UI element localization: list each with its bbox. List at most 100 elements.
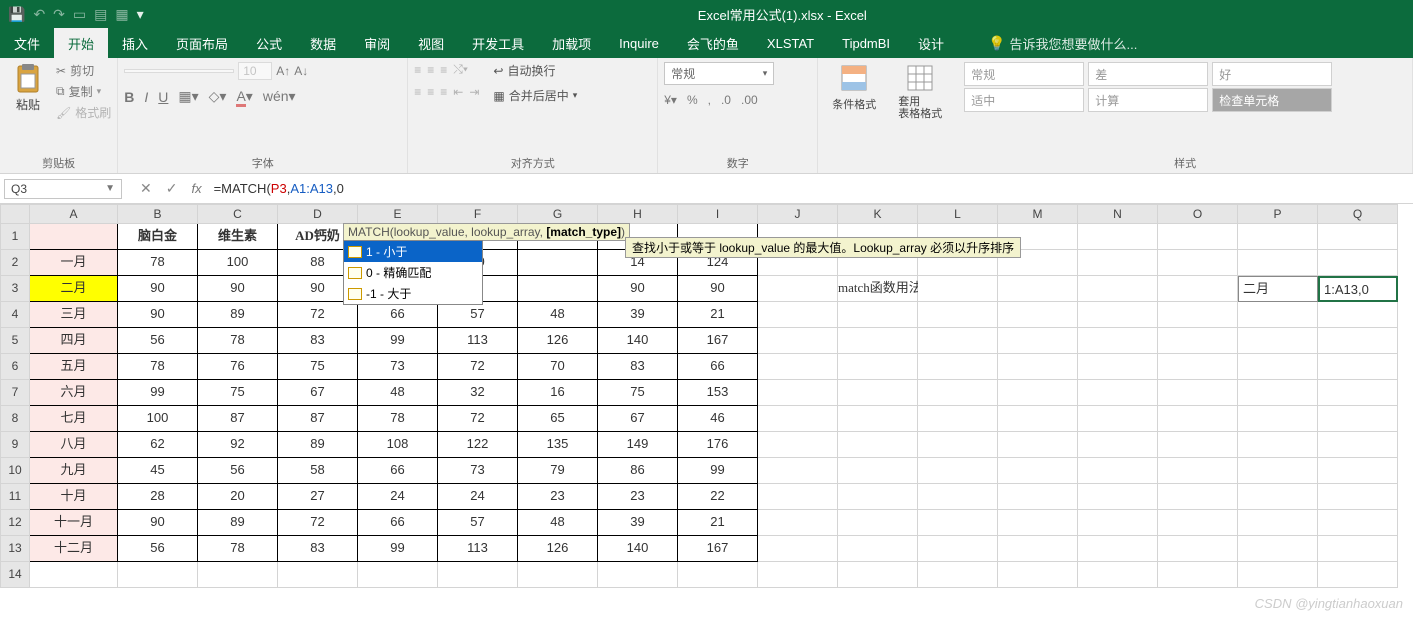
option-1[interactable]: 1 - 小于	[344, 241, 482, 262]
cell[interactable]: 100	[198, 250, 278, 276]
cell[interactable]	[518, 562, 598, 588]
painter-button[interactable]: 🖌格式刷	[56, 104, 111, 121]
cell[interactable]	[1078, 276, 1158, 302]
cell[interactable]	[918, 328, 998, 354]
cell[interactable]: 66	[358, 510, 438, 536]
cell[interactable]: 57	[438, 302, 518, 328]
cell[interactable]	[918, 354, 998, 380]
cell[interactable]	[1238, 458, 1318, 484]
col-A[interactable]: A	[30, 204, 118, 224]
cell[interactable]: 62	[118, 432, 198, 458]
cell[interactable]	[1238, 562, 1318, 588]
cell[interactable]	[1238, 380, 1318, 406]
underline-button[interactable]: U	[158, 89, 168, 105]
row-header[interactable]: 13	[0, 536, 30, 562]
cell[interactable]	[1238, 250, 1318, 276]
cell[interactable]	[758, 354, 838, 380]
cell[interactable]	[918, 484, 998, 510]
cell[interactable]	[1318, 250, 1398, 276]
col-N[interactable]: N	[1078, 204, 1158, 224]
cell[interactable]	[918, 536, 998, 562]
row-header[interactable]: 1	[0, 224, 30, 250]
cell[interactable]	[998, 276, 1078, 302]
style-check[interactable]: 检查单元格	[1212, 88, 1332, 112]
col-E[interactable]: E	[358, 204, 438, 224]
font-name[interactable]	[124, 69, 234, 73]
cell[interactable]: 78	[358, 406, 438, 432]
cell[interactable]: 73	[438, 458, 518, 484]
cell[interactable]: 32	[438, 380, 518, 406]
row-header[interactable]: 3	[0, 276, 30, 302]
cell[interactable]: 45	[118, 458, 198, 484]
cell[interactable]	[1078, 536, 1158, 562]
cell[interactable]: 一月	[30, 250, 118, 276]
cell[interactable]: 67	[278, 380, 358, 406]
dropdown-icon[interactable]: ▼	[105, 183, 115, 194]
cell[interactable]	[1158, 562, 1238, 588]
option-neg1[interactable]: -1 - 大于	[344, 283, 482, 304]
cell[interactable]: 28	[118, 484, 198, 510]
tab-review[interactable]: 审阅	[350, 28, 404, 58]
col-P[interactable]: P	[1238, 204, 1318, 224]
cell[interactable]	[1238, 354, 1318, 380]
cell[interactable]	[1158, 432, 1238, 458]
new-icon[interactable]: ▭	[73, 6, 86, 23]
cell[interactable]	[1078, 484, 1158, 510]
cell[interactable]: 108	[358, 432, 438, 458]
cell[interactable]	[1078, 328, 1158, 354]
cell[interactable]	[1318, 510, 1398, 536]
formula-input[interactable]: =MATCH(P3,A1:A13,0	[210, 179, 1413, 198]
cell[interactable]: 87	[278, 406, 358, 432]
cell[interactable]: 78	[118, 250, 198, 276]
cell[interactable]	[918, 432, 998, 458]
cell[interactable]: 89	[198, 302, 278, 328]
cell[interactable]	[438, 562, 518, 588]
cell[interactable]	[1318, 302, 1398, 328]
cell[interactable]	[678, 562, 758, 588]
style-bad[interactable]: 差	[1088, 62, 1208, 86]
cell[interactable]	[598, 562, 678, 588]
row-header[interactable]: 8	[0, 406, 30, 432]
cell[interactable]: 140	[598, 536, 678, 562]
row-header[interactable]: 7	[0, 380, 30, 406]
tab-file[interactable]: 文件	[0, 28, 54, 58]
cell[interactable]: 24	[358, 484, 438, 510]
cell[interactable]: 90	[118, 302, 198, 328]
fx-icon[interactable]: fx	[191, 181, 201, 196]
align-top-icon[interactable]: ≡	[414, 63, 421, 77]
cell[interactable]	[1238, 432, 1318, 458]
cell[interactable]: 39	[598, 302, 678, 328]
dec-dec-icon[interactable]: .00	[741, 93, 758, 107]
cell[interactable]	[1158, 406, 1238, 432]
cell[interactable]: 79	[518, 458, 598, 484]
cell[interactable]	[998, 302, 1078, 328]
cell[interactable]	[1318, 458, 1398, 484]
cell[interactable]: 99	[358, 536, 438, 562]
cell[interactable]	[1078, 250, 1158, 276]
merge-button[interactable]: ▦合并后居中▾	[493, 87, 577, 104]
fill-color-icon[interactable]: ◇▾	[209, 88, 227, 105]
cell[interactable]	[838, 458, 918, 484]
col-H[interactable]: H	[598, 204, 678, 224]
cell[interactable]: 83	[278, 328, 358, 354]
cell[interactable]: 86	[598, 458, 678, 484]
cell[interactable]: 48	[518, 302, 598, 328]
cell[interactable]: 72	[278, 302, 358, 328]
cell[interactable]: 39	[598, 510, 678, 536]
cell[interactable]	[758, 380, 838, 406]
cell[interactable]: 90	[118, 510, 198, 536]
increase-font-icon[interactable]: A↑	[276, 64, 290, 78]
cell[interactable]	[1158, 458, 1238, 484]
cell[interactable]: 87	[198, 406, 278, 432]
cell[interactable]	[998, 432, 1078, 458]
cell[interactable]	[1158, 224, 1238, 250]
cell[interactable]	[1318, 406, 1398, 432]
name-box[interactable]: Q3▼	[4, 179, 122, 199]
cell[interactable]: 83	[598, 354, 678, 380]
cell[interactable]	[1158, 354, 1238, 380]
cell[interactable]: 89	[278, 432, 358, 458]
cell[interactable]	[278, 562, 358, 588]
cell[interactable]	[1238, 510, 1318, 536]
cell[interactable]	[358, 562, 438, 588]
cell[interactable]: 75	[198, 380, 278, 406]
